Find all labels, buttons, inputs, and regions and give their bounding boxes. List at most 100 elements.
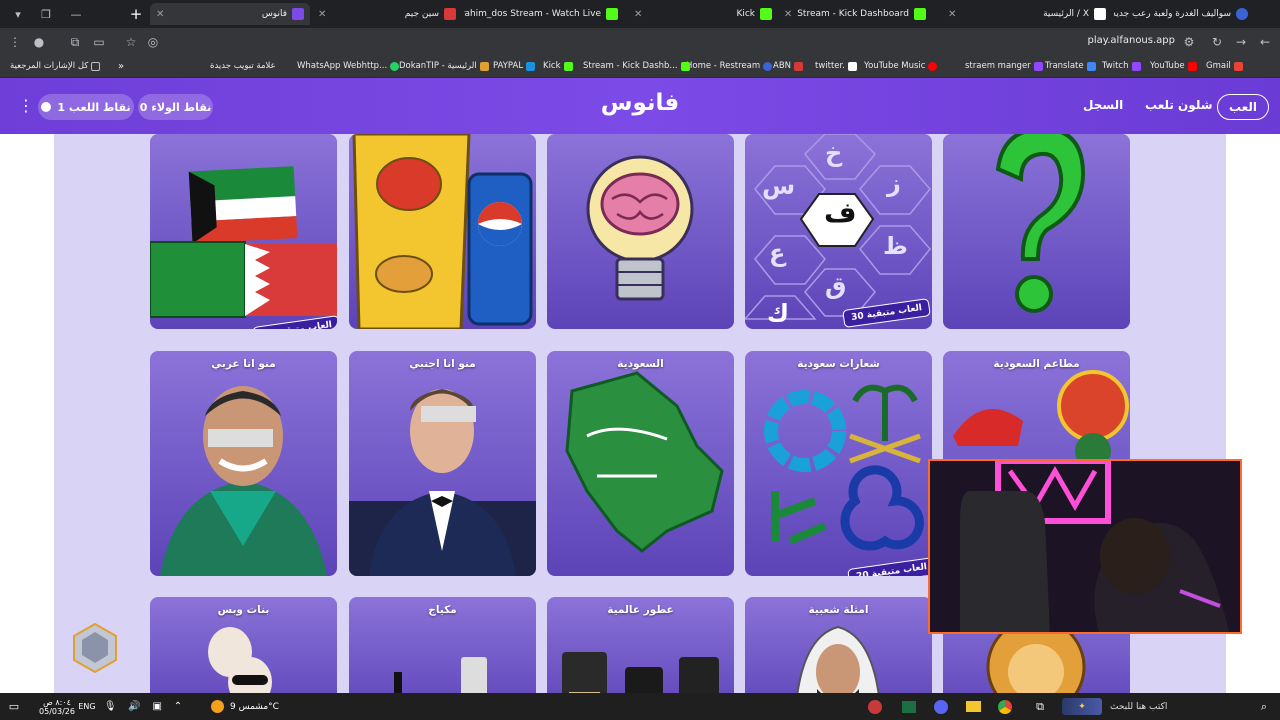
back-icon[interactable]: ←: [1256, 33, 1274, 51]
bookmark-kick-dashboard[interactable]: Stream - Kick Dashb...: [583, 61, 690, 71]
close-tab-icon[interactable]: ✕: [948, 9, 956, 20]
game-card-proverbs[interactable]: امثلة شعبية: [745, 597, 932, 693]
weather-widget[interactable]: مشمس 9°C: [205, 698, 285, 715]
nav-history[interactable]: السجل: [1083, 98, 1123, 112]
site-settings-icon[interactable]: ⚙: [1180, 33, 1198, 51]
game-card-letters[interactable]: خ س ز ف ع ظ ق ك 30 العاب متبقية: [745, 134, 932, 329]
menu-dots-icon[interactable]: ⋮: [6, 33, 24, 51]
translate-icon: [1086, 61, 1096, 71]
site-menu-icon[interactable]: ⋮: [18, 96, 34, 115]
game-card-girls-only[interactable]: بنات وبس: [150, 597, 337, 693]
card-title: مكياج: [428, 604, 457, 616]
chips-and-soda-icon: [352, 134, 533, 329]
close-tab-icon[interactable]: ✕: [784, 9, 792, 20]
new-tab-icon[interactable]: +: [126, 4, 146, 24]
game-card-who-am-i-foreign[interactable]: منو انا اجنبي: [349, 351, 536, 576]
card-title: مطاعم السعودية: [993, 358, 1080, 370]
system-tray[interactable]: 🎙 🔊 ▣ ⌃: [98, 698, 188, 715]
bookmark-translate[interactable]: Translate: [1045, 61, 1096, 71]
restream-icon: [763, 61, 773, 71]
game-card-perfumes[interactable]: عطور عالمية: [547, 597, 734, 693]
game-card-saudi-logos[interactable]: شعارات سعودية 20 العاب متبقية: [745, 351, 932, 576]
sms-watermark-logo: [73, 622, 117, 674]
forward-icon[interactable]: →: [1232, 33, 1250, 51]
plus-coin-icon: [41, 102, 52, 112]
tab-ibrahim-stream[interactable]: ibrahim_dos Stream - Watch Live: [464, 3, 624, 25]
bookmark-paypal[interactable]: PAYPAL: [493, 61, 536, 71]
taskbar-app-chrome[interactable]: [994, 698, 1016, 715]
kick-favicon-icon: [760, 8, 772, 20]
bookmark-whatsapp[interactable]: WhatsApp Webhttp...: [297, 61, 400, 71]
game-card-makeup[interactable]: مكياج: [349, 597, 536, 693]
taskbar-app-discord[interactable]: [930, 698, 952, 715]
search-icon[interactable]: ⌕: [1256, 698, 1272, 715]
bookmark-label: علامة تبويب جديدة: [210, 61, 276, 71]
language-indicator[interactable]: ENG: [78, 698, 96, 715]
game-card-question[interactable]: [943, 134, 1130, 329]
game-card-saudi-map[interactable]: السعودية: [547, 351, 734, 576]
task-view-icon[interactable]: ⧉: [1030, 698, 1050, 715]
close-tab-icon[interactable]: ✕: [318, 9, 326, 20]
window-minimize-icon[interactable]: —: [66, 4, 86, 24]
window-restore-icon[interactable]: ❐: [36, 4, 56, 24]
bookmark-label: Stream - Kick Dashb...: [583, 61, 678, 71]
close-tab-icon[interactable]: ✕: [156, 9, 164, 20]
kick-favicon-icon: [914, 8, 926, 20]
bookmark-gmail[interactable]: Gmail: [1206, 61, 1243, 71]
bookmark-new-tab[interactable]: علامة تبويب جديدة: [210, 61, 276, 71]
tab-seen-jeem[interactable]: سين جيم ✕: [312, 3, 462, 25]
bookmarks-overflow-icon[interactable]: »: [118, 61, 124, 72]
fanoos-logo[interactable]: فانوس: [600, 90, 680, 120]
address-bar[interactable]: play.alfanous.app: [1040, 35, 1176, 46]
game-card-brain[interactable]: [547, 134, 734, 329]
extensions-icon[interactable]: ⧉: [66, 33, 84, 51]
bookmark-straem-manger[interactable]: straem manger: [965, 61, 1043, 71]
person-portrait-icon: [160, 386, 327, 576]
bookmark-star-icon[interactable]: ☆: [122, 33, 140, 51]
bookmark-youtube[interactable]: YouTube: [1150, 61, 1197, 71]
streamer-camera-feed: [930, 461, 1240, 632]
bookmark-label: WhatsApp Webhttp...: [297, 61, 388, 71]
bookmark-abn[interactable]: ABN: [773, 61, 804, 71]
bookmark-twitch[interactable]: Twitch: [1102, 61, 1141, 71]
taskbar-app-excel[interactable]: [898, 698, 920, 715]
bookmark-restream[interactable]: Home - Restream: [686, 61, 773, 71]
taskbar-app-record[interactable]: [864, 698, 886, 715]
notifications-icon[interactable]: ▭: [6, 698, 22, 715]
game-card-who-am-i-arab[interactable]: منو انا عربي: [150, 351, 337, 576]
tab-x-home[interactable]: X / الرئيسية ✕: [942, 3, 1112, 25]
bookmark-youtube-music[interactable]: YouTube Music: [864, 61, 938, 71]
tab-video[interactable]: سواليف الغدرة ولعبة رعب جديدة: [1114, 3, 1254, 25]
tab-kick-dashboard[interactable]: Stream - Kick Dashboard ✕: [782, 3, 932, 25]
hex-letter: ظ: [883, 232, 908, 260]
site-navbar: ⋮ نقاط اللعب 1 نقاط الولاء 0 فانوس السجل…: [0, 78, 1280, 134]
saudi-map-icon: [565, 371, 724, 553]
nav-how-to-play[interactable]: شلون تلعب: [1145, 98, 1213, 112]
tab-search-icon[interactable]: ▾: [8, 4, 28, 24]
microphone-icon: 🎙: [103, 701, 117, 712]
loyalty-points-pill[interactable]: نقاط الولاء 0: [138, 94, 213, 120]
tab-fanoos[interactable]: فانوس ✕: [150, 3, 310, 25]
game-card-flags[interactable]: 26 العاب متبقية: [150, 134, 337, 329]
close-tab-icon[interactable]: ✕: [634, 9, 642, 20]
reload-icon[interactable]: ↻: [1208, 33, 1226, 51]
reader-mode-icon[interactable]: ◎: [144, 33, 162, 51]
copilot-icon[interactable]: ✦: [1062, 698, 1102, 715]
record-app-icon: [868, 699, 882, 714]
taskbar-app-explorer[interactable]: [962, 698, 984, 715]
bookmark-dokantip[interactable]: DokanTIP - الرئيسية: [399, 61, 489, 71]
bookmark-all-bookmarks[interactable]: كل الإشارات المرجعية: [10, 61, 101, 71]
taskbar-search-box[interactable]: اكتب هنا للبحث: [1110, 698, 1254, 715]
browser-toolbar: ⋮ ● ⧉ ▭ ☆ ◎ play.alfanous.app ⚙ ↻ → ←: [0, 28, 1280, 56]
sidebar-icon[interactable]: ▭: [90, 33, 108, 51]
play-button[interactable]: العب: [1217, 94, 1269, 120]
tab-title: Stream - Kick Dashboard: [797, 9, 909, 19]
tab-kick[interactable]: Kick ✕: [628, 3, 778, 25]
profile-avatar-icon[interactable]: ●: [30, 33, 48, 51]
play-points-pill[interactable]: نقاط اللعب 1: [38, 94, 134, 120]
game-card-snacks[interactable]: [349, 134, 536, 329]
play-points-label: نقاط اللعب 1: [57, 100, 131, 114]
clock[interactable]: ٨:٠٤ ص 05/03/26: [36, 698, 78, 716]
bookmark-kick[interactable]: Kick: [543, 61, 573, 71]
bookmark-twitter[interactable]: twitter.: [815, 61, 857, 71]
